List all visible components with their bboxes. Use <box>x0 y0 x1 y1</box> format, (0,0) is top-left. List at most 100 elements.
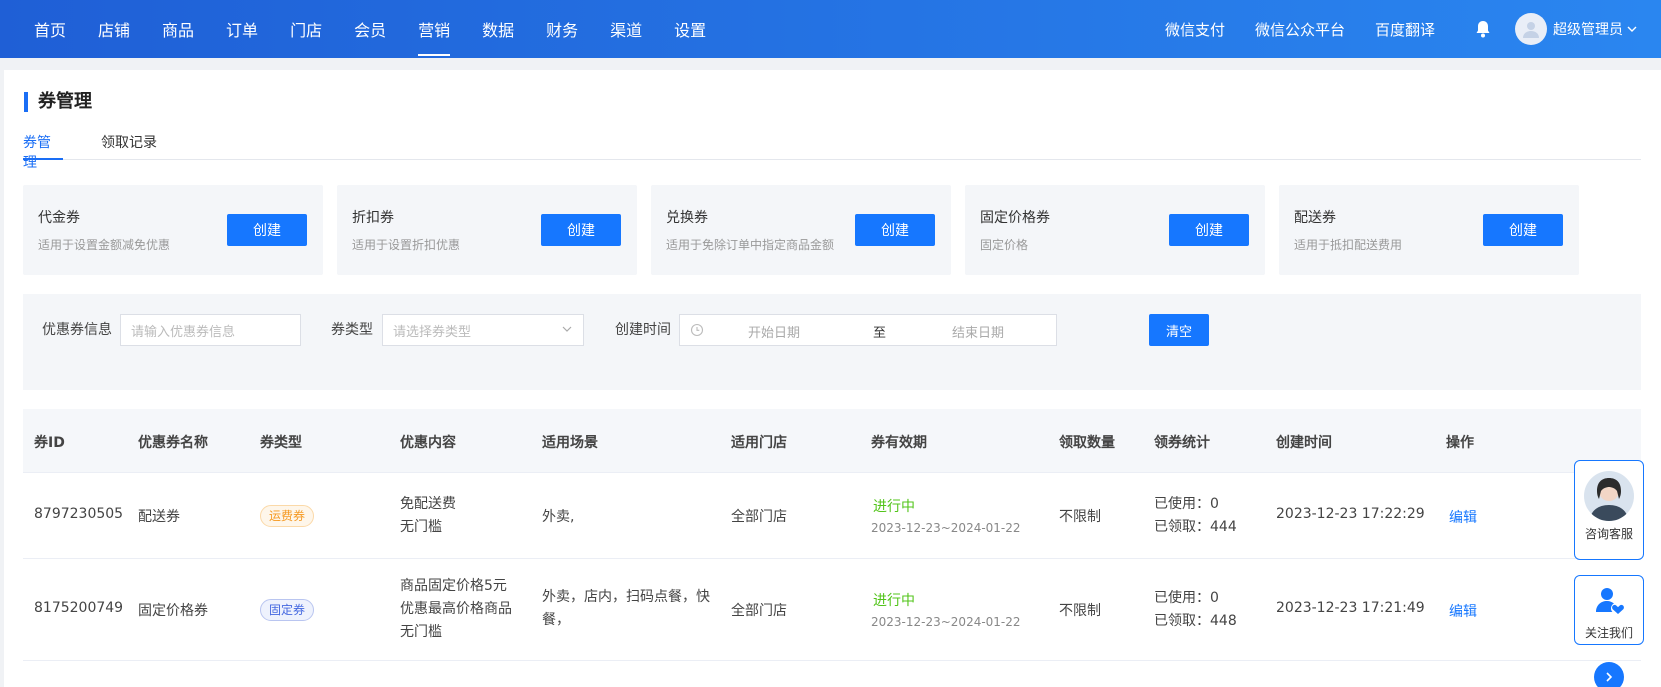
service-agent-avatar <box>1584 471 1634 521</box>
coupon-type-badge: 固定券 <box>260 599 315 621</box>
coupon-type-select[interactable]: 请选择券类型 <box>382 314 584 346</box>
col-header-action: 操作 <box>1446 435 1474 451</box>
top-nav: 首页 店铺 商品 订单 门店 会员 营销 数据 财务 渠道 设置 微信支付 微信… <box>0 0 1661 58</box>
col-header-scene: 适用场景 <box>542 435 598 451</box>
tab-claim-records[interactable]: 领取记录 <box>101 132 157 160</box>
col-header-content: 优惠内容 <box>400 435 456 451</box>
col-header-type: 券类型 <box>260 435 302 451</box>
created-time: 2023-12-23 17:22:29 <box>1276 506 1425 522</box>
col-header-limit: 领取数量 <box>1059 435 1115 451</box>
content-line: 免配送费 <box>400 496 456 512</box>
customer-service-widget[interactable]: 咨询客服 <box>1574 460 1644 560</box>
col-header-validity: 券有效期 <box>871 435 927 451</box>
card-title: 固定价格券 <box>980 210 1050 226</box>
coupon-type-label: 券类型 <box>331 322 373 338</box>
claim-stats: 已使用：0 已领取：448 <box>1154 587 1237 633</box>
validity-period: 2023-12-23~2024-01-22 <box>871 615 1021 629</box>
nav-right: 微信支付 微信公众平台 百度翻译 超级管理员 <box>1165 0 1661 58</box>
received-count: 已领取：444 <box>1154 519 1237 535</box>
avatar <box>1515 13 1547 45</box>
nav-item-marketing[interactable]: 营销 <box>402 0 466 58</box>
card-title: 兑换券 <box>666 210 708 226</box>
coupon-card-discount: 折扣券 适用于设置折扣优惠 创建 <box>337 185 637 275</box>
coupon-card-voucher: 代金券 适用于设置金额减免优惠 创建 <box>23 185 323 275</box>
filter-bar: 优惠券信息 请输入优惠券信息 券类型 请选择券类型 创建时间 开始日期 至 结束… <box>23 294 1641 390</box>
nav-item-orders[interactable]: 订单 <box>210 0 274 58</box>
date-separator: 至 <box>873 326 887 341</box>
content-line: 无门槛 <box>400 519 442 535</box>
created-time-label: 创建时间 <box>615 322 671 338</box>
create-voucher-button[interactable]: 创建 <box>227 214 307 246</box>
col-header-name: 优惠券名称 <box>138 435 208 451</box>
scene-line: 外卖，店内，扫码点餐，快 <box>542 589 710 605</box>
col-header-stats: 领券统计 <box>1154 435 1210 451</box>
nav-item-settings[interactable]: 设置 <box>658 0 722 58</box>
scene-line: 餐， <box>542 612 570 628</box>
date-range-picker[interactable]: 开始日期 至 结束日期 <box>679 314 1057 346</box>
card-title: 代金券 <box>38 210 80 226</box>
chevron-down-icon <box>561 323 573 339</box>
coupon-content: 免配送费 无门槛 <box>400 493 456 539</box>
edit-link[interactable]: 编辑 <box>1449 601 1477 621</box>
card-description: 适用于抵扣配送费用 <box>1294 238 1403 252</box>
follow-label: 关注我们 <box>1584 626 1633 640</box>
coupon-table: 券ID 优惠券名称 券类型 优惠内容 适用场景 适用门店 券有效期 领取数量 领… <box>23 409 1641 661</box>
coupon-validity: 进行中 2023-12-23~2024-01-22 <box>871 496 1021 535</box>
start-date-input[interactable]: 开始日期 <box>748 322 800 341</box>
table-row: 8797230505 配送券 运费券 免配送费 无门槛 外卖, 全部门店 进行中… <box>23 473 1641 559</box>
coupon-type-badge: 运费券 <box>260 505 315 527</box>
wechat-mp-link[interactable]: 微信公众平台 <box>1255 19 1345 40</box>
coupon-info-input[interactable]: 请输入优惠券信息 <box>120 314 301 346</box>
nav-item-home[interactable]: 首页 <box>18 0 82 58</box>
nav-item-members[interactable]: 会员 <box>338 0 402 58</box>
status-badge: 进行中 <box>873 499 915 515</box>
clock-icon <box>690 323 704 341</box>
user-name: 超级管理员 <box>1553 22 1623 38</box>
nav-item-stores[interactable]: 门店 <box>274 0 338 58</box>
coupon-id: 8175200749 <box>34 600 124 616</box>
content-line: 无门槛 <box>400 624 442 640</box>
wechat-pay-link[interactable]: 微信支付 <box>1165 19 1225 40</box>
coupon-type-placeholder: 请选择券类型 <box>393 324 472 340</box>
nav-item-shop[interactable]: 店铺 <box>82 0 146 58</box>
end-date-input[interactable]: 结束日期 <box>952 322 1004 341</box>
col-header-created: 创建时间 <box>1276 435 1332 451</box>
create-delivery-button[interactable]: 创建 <box>1483 214 1563 246</box>
create-fixed-price-button[interactable]: 创建 <box>1169 214 1249 246</box>
coupon-card-fixed-price: 固定价格券 固定价格 创建 <box>965 185 1265 275</box>
used-count: 已使用：0 <box>1154 590 1219 606</box>
col-header-store: 适用门店 <box>731 435 787 451</box>
create-discount-button[interactable]: 创建 <box>541 214 621 246</box>
baidu-translate-link[interactable]: 百度翻译 <box>1375 19 1435 40</box>
card-description: 固定价格 <box>980 238 1029 252</box>
used-count: 已使用：0 <box>1154 496 1219 512</box>
chevron-down-icon <box>1627 23 1637 36</box>
card-description: 适用于设置金额减免优惠 <box>38 238 171 252</box>
user-menu[interactable]: 超级管理员 <box>1515 13 1637 45</box>
service-label: 咨询客服 <box>1584 527 1633 541</box>
card-title: 配送券 <box>1294 210 1336 226</box>
expand-arrow-button[interactable] <box>1594 662 1624 687</box>
nav-item-channels[interactable]: 渠道 <box>594 0 658 58</box>
table-row: 8175200749 固定价格券 固定券 商品固定价格5元 优惠最高价格商品 无… <box>23 559 1641 661</box>
create-exchange-button[interactable]: 创建 <box>855 214 935 246</box>
coupon-scene: 外卖, <box>542 509 575 525</box>
table-header: 券ID 优惠券名称 券类型 优惠内容 适用场景 适用门店 券有效期 领取数量 领… <box>23 409 1641 473</box>
coupon-scene: 外卖，店内，扫码点餐，快 餐， <box>542 586 710 632</box>
tab-coupon-management[interactable]: 券管理 <box>23 132 63 171</box>
coupon-name: 配送券 <box>138 509 180 525</box>
coupon-name: 固定价格券 <box>138 603 208 619</box>
card-description: 适用于免除订单中指定商品金额 <box>666 238 835 252</box>
received-count: 已领取：448 <box>1154 613 1237 629</box>
edit-link[interactable]: 编辑 <box>1449 507 1477 527</box>
coupon-content: 商品固定价格5元 优惠最高价格商品 无门槛 <box>400 575 512 644</box>
nav-item-finance[interactable]: 财务 <box>530 0 594 58</box>
nav-item-goods[interactable]: 商品 <box>146 0 210 58</box>
follow-us-widget[interactable]: 关注我们 <box>1574 575 1644 645</box>
nav-item-data[interactable]: 数据 <box>466 0 530 58</box>
bell-icon[interactable] <box>1473 19 1493 39</box>
created-time: 2023-12-23 17:21:49 <box>1276 600 1425 616</box>
card-title: 折扣券 <box>352 210 394 226</box>
clear-button[interactable]: 清空 <box>1149 314 1209 346</box>
content-line: 商品固定价格5元 <box>400 578 507 594</box>
